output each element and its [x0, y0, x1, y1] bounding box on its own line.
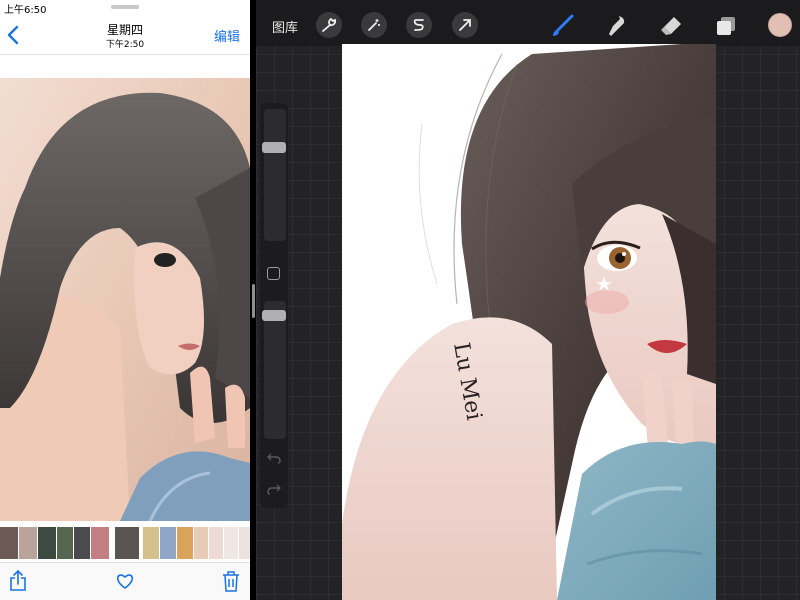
drawing-canvas[interactable]: Lu Mei — [342, 44, 716, 600]
photos-toolbar — [0, 562, 250, 600]
brush-size-slider[interactable] — [264, 109, 286, 241]
layers-icon — [717, 17, 735, 35]
share-icon — [10, 570, 26, 591]
back-button[interactable] — [4, 24, 22, 46]
nav-subtitle: 下午2:50 — [105, 40, 145, 50]
gallery-button[interactable]: 图库 — [272, 17, 298, 36]
filmstrip-thumb[interactable] — [160, 527, 176, 559]
brush-sidebar — [260, 103, 288, 508]
modify-button[interactable] — [267, 267, 280, 280]
redo-icon — [267, 484, 281, 495]
delete-button[interactable] — [219, 569, 243, 593]
smudge-icon — [609, 16, 625, 36]
magic-wand-icon — [368, 19, 380, 31]
brush-icon — [553, 14, 574, 36]
color-picker-swatch[interactable] — [768, 13, 792, 37]
eraser-button[interactable] — [657, 12, 685, 40]
heart-icon — [117, 574, 133, 589]
filmstrip-thumb[interactable] — [209, 527, 223, 559]
redo-button[interactable] — [266, 481, 282, 497]
wrench-icon — [322, 18, 336, 32]
procreate-toolbar: 图库 — [256, 0, 800, 46]
filmstrip-thumb[interactable] — [143, 527, 159, 559]
share-button[interactable] — [6, 569, 30, 593]
eraser-icon — [661, 17, 681, 35]
multitask-grabber[interactable] — [111, 5, 139, 9]
selection-button[interactable] — [406, 12, 432, 38]
procreate-app: 图库 Lu Mei — [256, 0, 800, 600]
filmstrip-thumb[interactable] — [57, 527, 73, 559]
opacity-slider[interactable] — [264, 301, 286, 439]
filmstrip-thumb[interactable] — [91, 527, 109, 559]
reference-photo[interactable] — [0, 78, 250, 521]
filmstrip-thumb[interactable] — [74, 527, 90, 559]
trash-icon — [223, 571, 239, 592]
transform-arrow-icon — [459, 19, 471, 31]
brush-button[interactable] — [548, 12, 576, 40]
filmstrip-thumb[interactable] — [224, 527, 238, 559]
opacity-thumb[interactable] — [262, 309, 286, 321]
filmstrip-thumb[interactable] — [239, 527, 250, 559]
filmstrip-thumb[interactable] — [194, 527, 208, 559]
status-time: 上午6:50 — [4, 5, 47, 16]
selection-icon — [413, 19, 424, 31]
filmstrip-thumb[interactable] — [38, 527, 56, 559]
split-view-handle[interactable] — [252, 284, 255, 318]
filmstrip-thumb[interactable] — [19, 527, 37, 559]
photos-app: 上午6:50 星期四 下午2:50 编辑 — [0, 0, 250, 600]
layers-button[interactable] — [712, 12, 740, 40]
nav-divider — [0, 54, 250, 55]
adjustments-button[interactable] — [361, 12, 387, 38]
actions-button[interactable] — [316, 12, 342, 38]
undo-icon — [267, 453, 281, 464]
chevron-left-icon — [7, 25, 19, 45]
nav-title: 星期四 — [106, 23, 143, 37]
brush-size-thumb[interactable] — [262, 141, 286, 153]
filmstrip-thumb[interactable] — [0, 527, 18, 559]
filmstrip-thumb-current[interactable] — [115, 527, 139, 559]
undo-button[interactable] — [266, 450, 282, 466]
photo-filmstrip[interactable] — [0, 524, 250, 562]
smudge-button[interactable] — [603, 12, 631, 40]
edit-button[interactable]: 编辑 — [214, 26, 240, 45]
favorite-button[interactable] — [113, 569, 137, 593]
filmstrip-thumb[interactable] — [177, 527, 193, 559]
transform-button[interactable] — [452, 12, 478, 38]
